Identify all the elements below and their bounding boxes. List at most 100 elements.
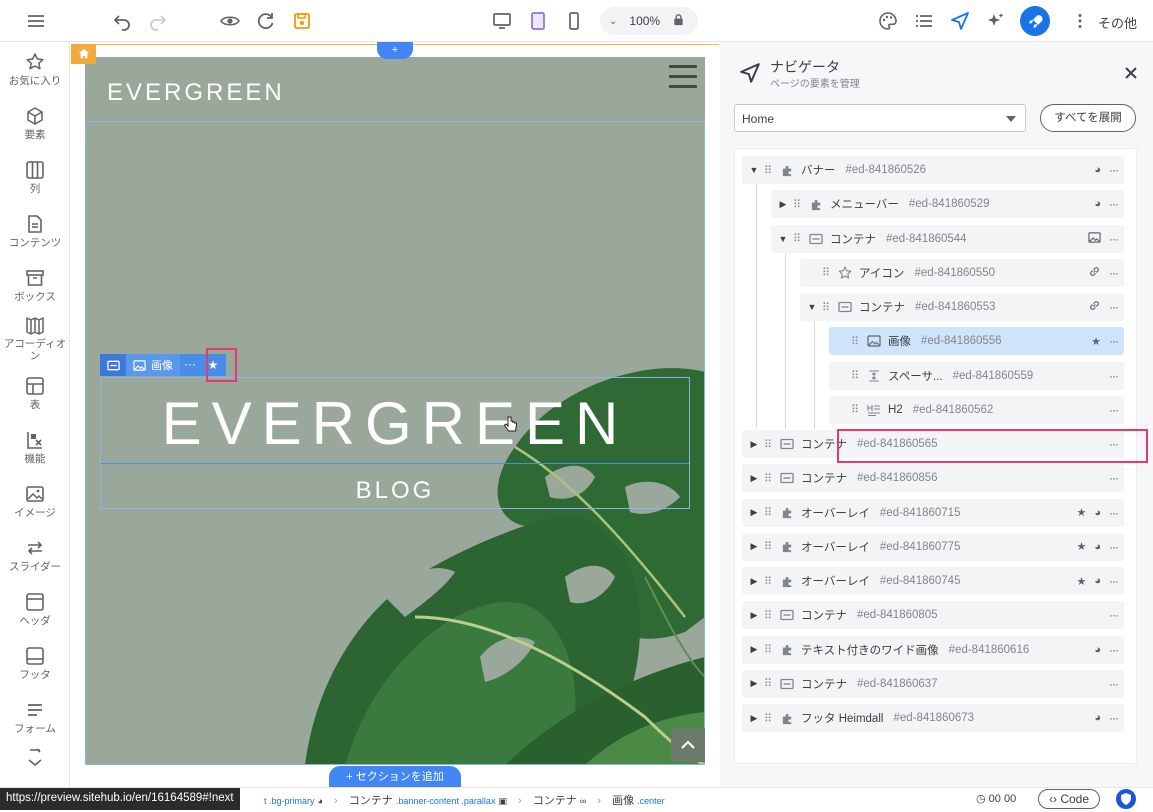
drag-handle-icon[interactable]: ⠿ [764,438,774,451]
more-vertical-icon[interactable] [1068,9,1092,33]
tree-row[interactable]: ▶ ⠿ オーバーレイ #ed-841860745 ★ ◕ ··· [742,567,1124,595]
lock-icon[interactable] [672,13,685,29]
desktop-view-icon[interactable] [490,9,514,33]
more-label[interactable]: その他 [1098,13,1137,32]
drag-handle-icon[interactable]: ⠿ [764,575,774,588]
drag-handle-icon[interactable]: ⠿ [764,506,774,519]
caret-right-icon[interactable]: ▶ [748,713,760,724]
hero-logo-image[interactable]: EVERGREEN [100,389,690,458]
more-horizontal-icon[interactable]: ··· [1109,266,1119,280]
tablet-view-icon[interactable] [526,9,550,33]
sidebar-item-boxes[interactable]: ボックス [0,268,70,303]
tree-row[interactable]: ▶ ⠿ フッタ Heimdall #ed-841860673 ◕ ··· [742,704,1124,732]
palette-icon[interactable]: ◕ [1094,164,1101,176]
tree-row[interactable]: ▶ ⠿ コンテナ #ed-841860637 ··· [742,669,1124,698]
more-horizontal-icon[interactable]: ··· [1109,711,1119,725]
drag-handle-icon[interactable]: ⠿ [851,403,861,416]
more-horizontal-icon[interactable]: ··· [1109,574,1119,588]
home-icon[interactable] [71,44,96,64]
redo-icon[interactable] [146,9,170,33]
sidebar-item-elements[interactable]: 要素 [0,106,70,141]
star-icon[interactable]: ★ [1091,335,1101,348]
drag-handle-icon[interactable]: ⠿ [764,540,774,553]
more-horizontal-icon[interactable]: ··· [1109,403,1119,417]
hamburger-menu-icon[interactable] [669,65,697,89]
breadcrumb-item[interactable]: 画像 [612,795,634,807]
sidebar-item-slider[interactable]: スライダー [0,538,70,573]
container-select-icon[interactable] [100,354,126,376]
tree-row[interactable]: ▶ ⠿ コンテナ #ed-841860805 ··· [742,601,1124,630]
caret-down-icon[interactable]: ▼ [748,165,760,175]
drag-handle-icon[interactable]: ⠿ [764,164,774,177]
drag-handle-icon[interactable]: ⠿ [822,266,832,279]
tree-row[interactable]: ⠿ アイコン #ed-841860550 ··· [800,258,1124,287]
sidebar-scroll-down[interactable] [0,748,70,768]
tree-row[interactable]: ▶ ⠿ オーバーレイ #ed-841860775 ★ ◕ ··· [742,532,1124,561]
image-icon[interactable] [1088,231,1101,247]
header-brand-logo[interactable]: EVERGREEN [107,79,285,107]
navigator-icon[interactable] [948,9,972,33]
tree-row[interactable]: ▼ ⠿ コンテナ #ed-841860544 ··· [771,224,1124,253]
sidebar-item-form[interactable]: フォーム [0,700,70,735]
shield-icon[interactable] [1116,789,1136,809]
ai-sparkle-icon[interactable] [984,9,1008,33]
drag-handle-icon[interactable]: ⠿ [764,472,774,485]
palette-icon[interactable] [876,9,900,33]
hero-subtitle[interactable]: BLOG [100,477,690,505]
tree-row[interactable]: ⠿ スペーサ... #ed-841860559 ··· [829,361,1124,390]
zoom-control[interactable]: ⌄ 100% [600,7,698,35]
sidebar-item-table[interactable]: 表 [0,376,70,411]
sidebar-item-features[interactable]: 機能 [0,430,70,465]
drag-handle-icon[interactable]: ⠿ [793,232,803,245]
star-icon[interactable]: ★ [1076,506,1086,519]
menu-icon[interactable] [24,9,48,33]
drag-handle-icon[interactable]: ⠿ [851,369,861,382]
list-icon[interactable] [912,9,936,33]
caret-down-icon[interactable]: ▼ [806,302,818,312]
add-section-button[interactable]: + セクションを追加 [329,766,461,787]
sidebar-item-footer[interactable]: フッタ [0,646,70,681]
more-horizontal-icon[interactable]: ··· [1109,369,1119,383]
breadcrumb-item[interactable]: コンテナ [533,795,577,807]
preview-eye-icon[interactable] [218,9,242,33]
save-icon[interactable] [290,9,314,33]
close-icon[interactable] [1122,64,1140,82]
caret-right-icon[interactable]: ▶ [748,610,760,621]
toolbar-more-button[interactable]: ··· [180,354,200,376]
more-horizontal-icon[interactable]: ··· [1109,163,1119,177]
link-icon[interactable] [1088,265,1101,281]
tree-row[interactable]: ▶ ⠿ オーバーレイ #ed-841860715 ★ ◕ ··· [742,498,1124,527]
caret-right-icon[interactable]: ▶ [748,473,760,484]
sidebar-item-image[interactable]: イメージ [0,484,70,519]
caret-down-icon[interactable]: ▼ [777,234,789,244]
more-horizontal-icon[interactable]: ··· [1109,197,1119,211]
more-horizontal-icon[interactable]: ··· [1109,300,1119,314]
caret-right-icon[interactable]: ▶ [748,644,760,655]
tree-row[interactable]: ▼ ⠿ バナー #ed-841860526 ◕ ··· [742,156,1124,184]
caret-right-icon[interactable]: ▶ [748,507,760,518]
caret-right-icon[interactable]: ▶ [748,576,760,587]
drag-handle-icon[interactable]: ⠿ [764,609,774,622]
tree-row[interactable]: ⠿ H2 #ed-841860562 ··· [829,395,1124,424]
caret-right-icon[interactable]: ▶ [748,541,760,552]
palette-icon[interactable]: ◕ [1094,198,1101,210]
breadcrumb-item[interactable]: コンテナ [349,795,393,807]
drag-handle-icon[interactable]: ⠿ [851,335,861,348]
add-above-button[interactable]: + [377,42,413,59]
scroll-to-top-button[interactable] [671,728,705,762]
refresh-icon[interactable] [254,9,278,33]
palette-icon[interactable]: ◕ [1094,644,1101,656]
palette-icon[interactable]: ◕ [1094,712,1101,724]
drag-handle-icon[interactable]: ⠿ [793,198,803,211]
tree-row[interactable]: ▶ ⠿ テキスト付きのワイド画像 #ed-841860616 ◕ ··· [742,635,1124,664]
more-horizontal-icon[interactable]: ··· [1109,334,1119,348]
more-horizontal-icon[interactable]: ··· [1109,471,1119,485]
more-horizontal-icon[interactable]: ··· [1109,540,1119,554]
tree-row[interactable]: ▶ ⠿ メニューバー #ed-841860529 ◕ ··· [771,190,1124,219]
mobile-view-icon[interactable] [562,9,586,33]
palette-icon[interactable]: ◕ [1094,575,1101,587]
drag-handle-icon[interactable]: ⠿ [764,712,774,725]
tree-row[interactable]: ▶ ⠿ コンテナ #ed-841860856 ··· [742,464,1124,493]
sidebar-item-contents[interactable]: コンテンツ [0,214,70,249]
drag-handle-icon[interactable]: ⠿ [822,301,832,314]
